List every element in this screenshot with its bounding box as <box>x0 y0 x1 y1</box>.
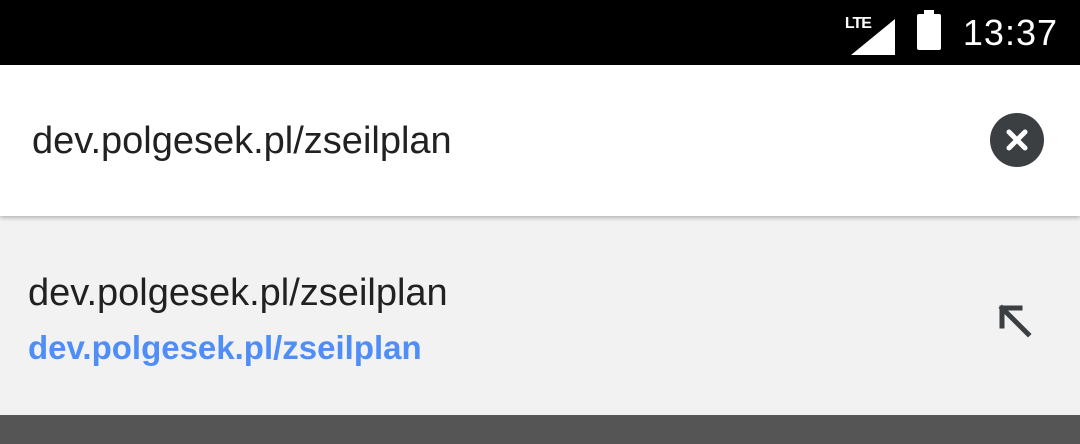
suggestion-title: dev.polgesek.pl/zseilplan <box>28 272 448 314</box>
signal-strength-icon <box>850 18 895 55</box>
arrow-up-left-icon <box>998 304 1032 338</box>
suggestion-item[interactable]: dev.polgesek.pl/zseilplan dev.polgesek.p… <box>0 216 1080 415</box>
clear-input-button[interactable] <box>990 113 1044 167</box>
suggestion-list: dev.polgesek.pl/zseilplan dev.polgesek.p… <box>0 216 1080 415</box>
status-icons: LTE 13:37 <box>845 0 1058 65</box>
refine-suggestion-button[interactable] <box>990 296 1040 346</box>
url-input[interactable] <box>32 115 932 167</box>
battery-icon <box>916 10 941 55</box>
lte-signal-icon: LTE <box>845 13 895 55</box>
status-bar: LTE 13:37 <box>0 0 1080 65</box>
close-icon <box>1006 129 1028 151</box>
omnibox <box>0 65 1080 216</box>
clock: 13:37 <box>962 11 1058 53</box>
suggestion-url: dev.polgesek.pl/zseilplan <box>28 329 422 366</box>
page-backdrop <box>0 415 1080 444</box>
